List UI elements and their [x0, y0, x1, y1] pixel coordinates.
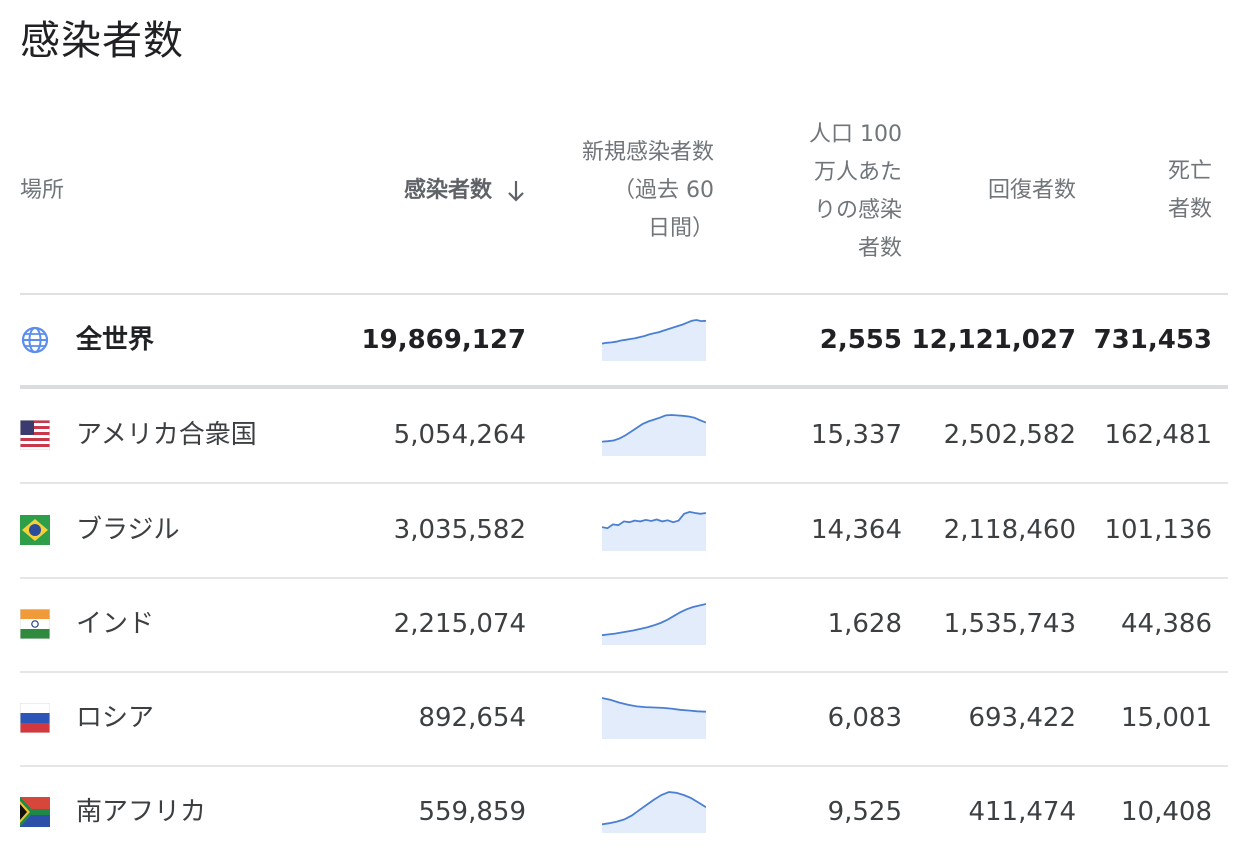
table-row-brazil[interactable]: ブラジル 3,035,582 14,364 2,118,460 101,136: [20, 484, 1228, 579]
place-name: 南アフリカ: [76, 797, 207, 827]
cases-value: 2,215,074: [393, 609, 526, 639]
header-new-cases[interactable]: 新規感染者数 （過去 60 日間）: [554, 134, 714, 248]
cases-value: 3,035,582: [393, 515, 526, 545]
per-million-value: 14,364: [811, 515, 902, 545]
table-row-india[interactable]: インド 2,215,074 1,628 1,535,743 44,386: [20, 578, 1228, 673]
table-row-usa[interactable]: アメリカ合衆国 5,054,264 15,337 2,502,582 162,4…: [20, 389, 1228, 484]
place-name: ブラジル: [76, 515, 180, 545]
sparkline-area: [602, 415, 706, 456]
recovered-value: 2,502,582: [943, 420, 1076, 450]
table-header: 場所 感染者数 新規感染者数 （過去 60 日間） 人口 100 万人あた りの感染…: [20, 110, 1228, 294]
deaths-value: 101,136: [1104, 515, 1212, 545]
per-million-value: 1,628: [827, 609, 902, 639]
sparkline-chart: [602, 319, 706, 361]
deaths-value: 731,453: [1093, 325, 1212, 355]
header-per-million[interactable]: 人口 100 万人あた りの感染 者数: [792, 116, 902, 268]
recovered-value: 2,118,460: [943, 515, 1076, 545]
table-row-world[interactable]: 全世界 19,869,127 2,555 12,121,027 731,453: [20, 294, 1228, 387]
deaths-value: 10,408: [1121, 797, 1212, 827]
header-deaths[interactable]: 死亡 者数: [1152, 153, 1212, 229]
recovered-value: 12,121,027: [911, 325, 1076, 355]
per-million-value: 9,525: [827, 797, 902, 827]
sparkline-chart: [602, 510, 706, 551]
sparkline-area: [602, 698, 706, 739]
sparkline-chart: [602, 603, 706, 645]
flag-us-icon: [20, 420, 50, 450]
table-row-south-africa[interactable]: 南アフリカ 559,859 9,525 411,474 10,408: [20, 766, 1228, 859]
table-row-russia[interactable]: ロシア 892,654 6,083 693,422 15,001: [20, 672, 1228, 767]
flag-ru-icon: [20, 703, 50, 733]
globe-icon: [21, 326, 49, 354]
flag-za-icon: [20, 797, 50, 827]
flag-br-icon: [20, 515, 50, 545]
deaths-value: 15,001: [1121, 703, 1212, 733]
recovered-value: 1,535,743: [943, 609, 1076, 639]
header-cases-label: 感染者数: [403, 178, 492, 203]
recovered-value: 411,474: [968, 797, 1076, 827]
per-million-value: 2,555: [819, 325, 902, 355]
place-name: インド: [76, 609, 155, 639]
recovered-value: 693,422: [968, 703, 1076, 733]
header-cases-sorted[interactable]: 感染者数: [404, 172, 526, 210]
per-million-value: 15,337: [811, 420, 902, 450]
sparkline-chart: [602, 414, 706, 456]
header-recovered[interactable]: 回復者数: [988, 172, 1076, 210]
cases-value: 892,654: [418, 703, 526, 733]
header-place[interactable]: 場所: [20, 172, 64, 210]
deaths-value: 162,481: [1104, 420, 1212, 450]
place-name: ロシア: [76, 703, 155, 733]
place-name: アメリカ合衆国: [76, 420, 257, 450]
sparkline-chart: [602, 697, 706, 739]
arrow-down-icon: [508, 181, 524, 202]
page-title: 感染者数: [20, 18, 184, 64]
sparkline-chart: [602, 791, 706, 833]
cases-value: 559,859: [418, 797, 526, 827]
deaths-value: 44,386: [1121, 609, 1212, 639]
place-name: 全世界: [76, 325, 155, 355]
cases-value: 19,869,127: [361, 325, 526, 355]
flag-in-icon: [20, 609, 50, 639]
per-million-value: 6,083: [827, 703, 902, 733]
cases-value: 5,054,264: [393, 420, 526, 450]
sparkline-area: [602, 511, 706, 551]
